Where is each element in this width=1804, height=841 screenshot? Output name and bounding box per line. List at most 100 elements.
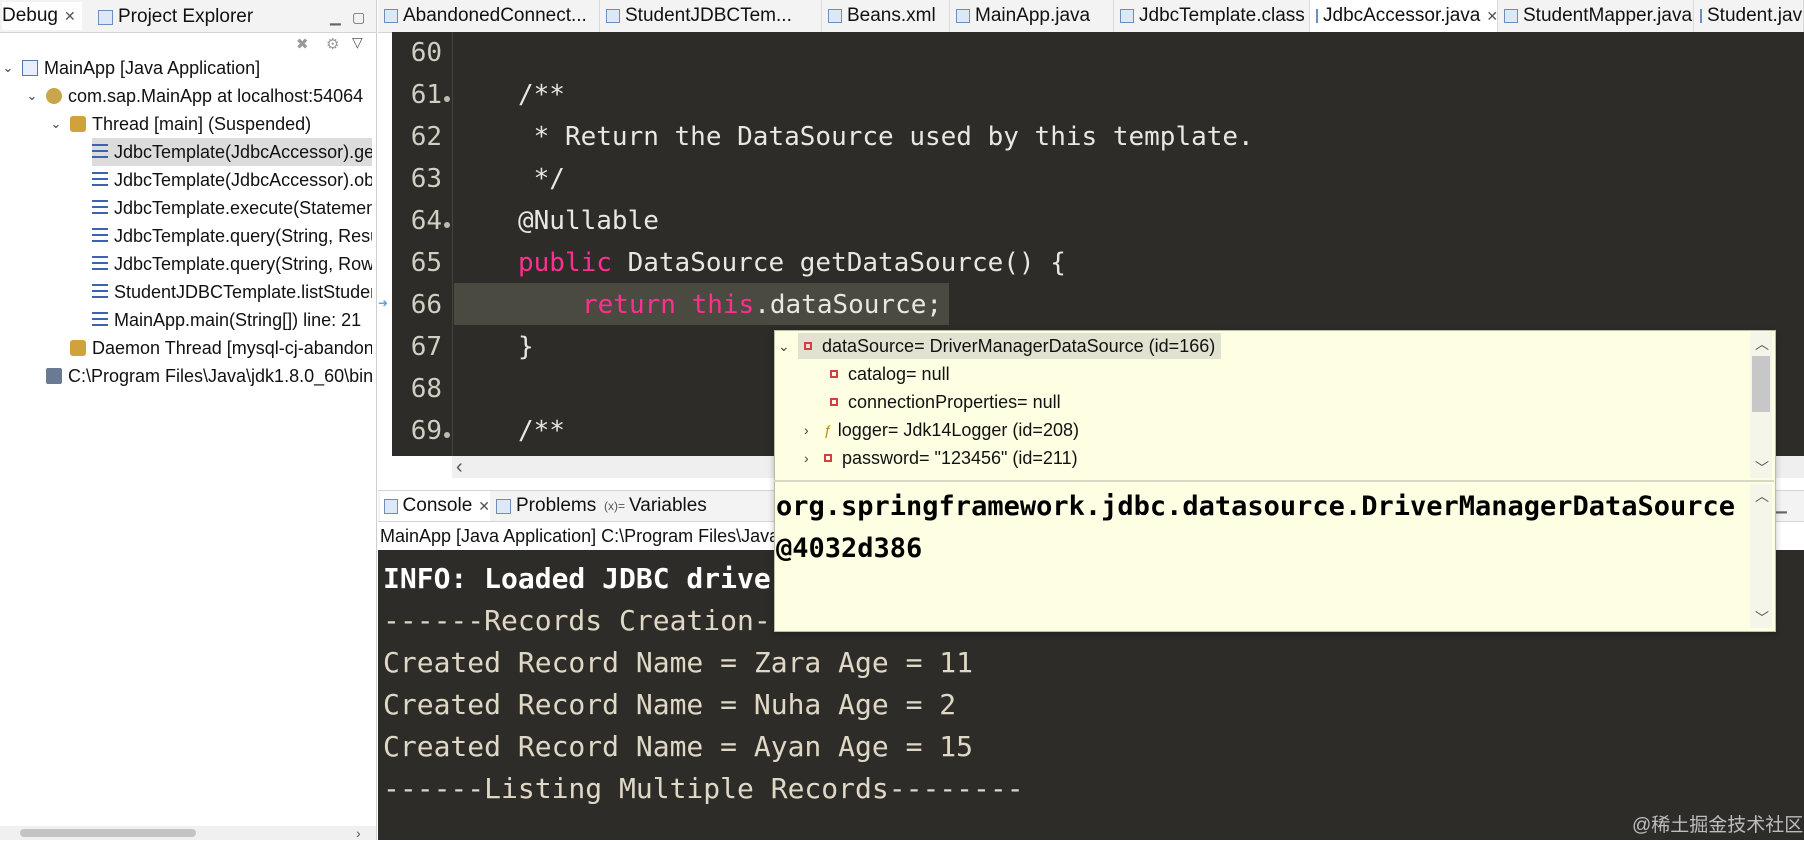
thread-suspended-icon	[70, 116, 86, 132]
editor-tab-active[interactable]: JdbcAccessor.java ✕	[1310, 0, 1498, 32]
scrollbar-thumb[interactable]	[20, 829, 196, 837]
console-line: ------Listing Multiple Records--------	[383, 772, 1024, 805]
editor-tab[interactable]: StudentJDBCTem...	[600, 0, 822, 32]
console-line: Created Record Name = Zara Age = 11	[383, 646, 974, 679]
stack-frame-row[interactable]: JdbcTemplate.query(String, Resul	[92, 222, 372, 250]
field-icon	[830, 398, 838, 406]
tree-item-jvm-process[interactable]: C:\Program Files\Java\jdk1.8.0_60\bin\	[46, 362, 372, 390]
minimize-icon[interactable]: ▁	[1776, 497, 1787, 514]
editor-tab-label: StudentMapper.java	[1523, 5, 1693, 26]
tab-problems[interactable]: Problems	[492, 491, 600, 521]
fold-marker-icon[interactable]	[444, 96, 450, 102]
chevron-down-icon[interactable]: ﹀	[1755, 458, 1769, 478]
stack-frame-row[interactable]: MainApp.main(String[]) line: 21	[92, 306, 372, 334]
editor-tab[interactable]: StudentMapper.java	[1498, 0, 1694, 32]
tree-label: MainApp.main(String[]) line: 21	[114, 309, 362, 330]
editor-tab[interactable]: AbandonedConnect...	[378, 0, 600, 32]
console-line: ------Records Creation---	[383, 604, 805, 637]
tab-debug[interactable]: Debug ✕	[2, 2, 82, 30]
tree-label: JdbcTemplate(JdbcAccessor).getD	[114, 141, 372, 162]
tab-variables[interactable]: (x)= Variables	[600, 491, 720, 521]
horizontal-scrollbar[interactable]: ›	[0, 825, 376, 841]
tree-item-mainapp[interactable]: ⌄ MainApp [Java Application]	[0, 54, 372, 82]
popup-field-row[interactable]: catalog= null	[830, 360, 950, 388]
popup-field-label: password= "123456" (id=211)	[842, 447, 1078, 468]
tab-project-explorer[interactable]: Project Explorer	[98, 4, 253, 30]
minimize-icon[interactable]: ▁	[330, 4, 341, 30]
fold-marker-icon[interactable]	[444, 432, 450, 438]
stack-frame-icon	[92, 228, 108, 244]
tab-console[interactable]: Console ✕	[380, 491, 490, 521]
scrollbar-thumb[interactable]	[1752, 356, 1770, 412]
debug-target-icon	[46, 88, 62, 104]
editor-tab[interactable]: Beans.xml	[822, 0, 950, 32]
console-tab-label: Console	[402, 495, 473, 516]
variables-tab-label: Variables	[629, 495, 707, 516]
line-number: 64	[410, 206, 442, 236]
popup-root-item[interactable]: dataSource= DriverManagerDataSource (id=…	[798, 333, 1222, 359]
code-text: .dataSource;	[754, 290, 943, 320]
java-file-icon	[1504, 9, 1518, 23]
stack-frame-row[interactable]: JdbcTemplate.query(String, RowM	[92, 250, 372, 278]
tree-item-daemon-thread[interactable]: Daemon Thread [mysql-cj-abandon	[70, 334, 372, 362]
popup-root-row[interactable]: ⌄ dataSource= DriverManagerDataSource (i…	[778, 332, 1222, 360]
chevron-up-icon[interactable]: ︿	[1755, 334, 1769, 354]
editor-tab-bar: AbandonedConnect... StudentJDBCTem... Be…	[378, 0, 1804, 33]
line-number-gutter: 60 61 62 63 64 65 66 67 68 69	[392, 32, 453, 456]
popup-detail-scrollbar[interactable]: ︿ ﹀	[1750, 484, 1772, 628]
popup-field-row[interactable]: connectionProperties= null	[830, 388, 1061, 416]
static-field-icon: ƒ	[824, 422, 832, 438]
close-icon[interactable]: ✕	[1486, 8, 1497, 25]
popup-vertical-scrollbar[interactable]: ︿ ﹀	[1750, 332, 1772, 478]
tree-label: MainApp [Java Application]	[44, 57, 261, 78]
tree-item-process[interactable]: ⌄ com.sap.MainApp at localhost:54064	[24, 82, 372, 110]
console-line: Created Record Name = Nuha Age = 2	[383, 688, 957, 721]
tree-label: JdbcTemplate(JdbcAccessor).obta	[114, 169, 372, 190]
collapse-icon[interactable]: ⚙	[326, 35, 339, 53]
stack-frame-row[interactable]: StudentJDBCTemplate.listStudent	[92, 278, 372, 306]
chevron-right-icon[interactable]: ›	[804, 422, 818, 438]
close-icon[interactable]: ✕	[478, 498, 490, 515]
debug-tab-label: Debug	[2, 5, 58, 26]
chevron-down-icon[interactable]: ⌄	[24, 88, 40, 104]
java-file-icon	[1316, 9, 1318, 23]
debug-panel-tabs: Debug ✕ Project Explorer ▁ ▢	[0, 0, 376, 33]
editor-tab-label: JdbcTemplate.class	[1139, 5, 1305, 26]
stack-frame-row[interactable]: JdbcTemplate(JdbcAccessor).obta	[92, 166, 372, 194]
chevron-down-icon[interactable]: ﹀	[1755, 608, 1769, 628]
stack-frame-row[interactable]: JdbcTemplate(JdbcAccessor).getD	[92, 138, 372, 166]
popup-field-row[interactable]: › password= "123456" (id=211)	[804, 444, 1078, 472]
tree-label: com.sap.MainApp at localhost:54064	[68, 85, 364, 106]
editor-tab[interactable]: Student.java	[1694, 0, 1804, 32]
chevron-down-icon[interactable]: ⌄	[778, 338, 792, 355]
fold-marker-icon[interactable]	[444, 222, 450, 228]
field-icon	[804, 342, 812, 350]
editor-tab[interactable]: JdbcTemplate.class	[1114, 0, 1310, 32]
thread-running-icon	[70, 340, 86, 356]
chevron-left-icon[interactable]: ‹	[456, 456, 463, 479]
view-menu-icon[interactable]: ▽	[352, 34, 363, 51]
code-line: * Return the DataSource used by this tem…	[518, 122, 1254, 152]
close-icon[interactable]: ✕	[64, 8, 76, 25]
problems-icon	[496, 498, 511, 514]
chevron-up-icon[interactable]: ︿	[1755, 486, 1769, 506]
popup-field-row[interactable]: › ƒ logger= Jdk14Logger (id=208)	[804, 416, 1079, 444]
popup-field-label: logger= Jdk14Logger (id=208)	[837, 419, 1079, 440]
editor-tab-label: MainApp.java	[975, 5, 1091, 26]
code-line: /**	[518, 416, 565, 446]
stack-frame-icon	[92, 172, 108, 188]
popup-divider[interactable]	[774, 480, 1774, 482]
console-line: Created Record Name = Ayan Age = 15	[383, 730, 974, 763]
chevron-right-icon[interactable]: ›	[804, 450, 818, 466]
chevron-right-icon[interactable]: ›	[356, 825, 361, 841]
chevron-down-icon[interactable]: ⌄	[48, 116, 64, 132]
chevron-down-icon[interactable]: ⌄	[0, 60, 16, 76]
line-number: 68	[410, 374, 442, 404]
maximize-icon[interactable]: ▢	[352, 4, 365, 30]
stack-frame-row[interactable]: JdbcTemplate.execute(Statement	[92, 194, 372, 222]
tree-item-thread-main[interactable]: ⌄ Thread [main] (Suspended)	[48, 110, 372, 138]
popup-detail-value: org.springframework.jdbc.datasource.Driv…	[776, 491, 1736, 564]
editor-tab[interactable]: MainApp.java	[950, 0, 1114, 32]
problems-tab-label: Problems	[516, 495, 597, 516]
remove-all-terminated-icon[interactable]: ✖	[296, 35, 309, 53]
